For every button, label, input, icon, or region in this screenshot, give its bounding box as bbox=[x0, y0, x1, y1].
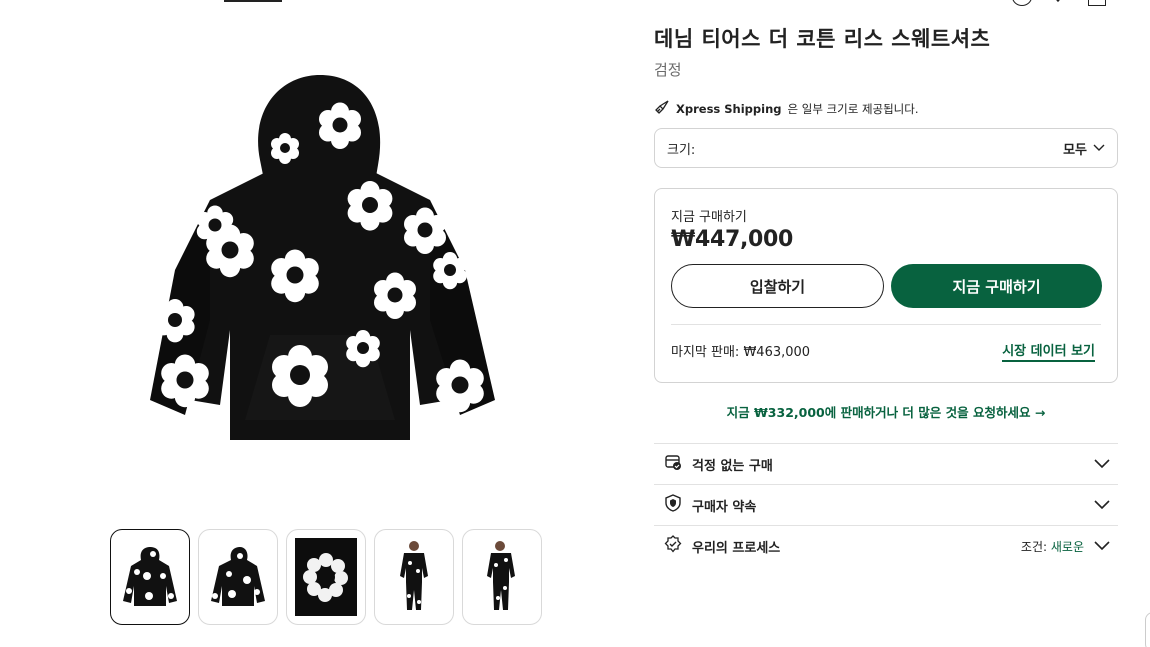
thumbnail-model-side[interactable] bbox=[462, 529, 542, 625]
product-info: 데님 티어스 더 코튼 리스 스웨트셔츠 검정 bbox=[654, 22, 1118, 84]
size-selector[interactable]: 크기: 모두 bbox=[654, 128, 1118, 168]
buy-price: ₩447,000 bbox=[671, 227, 794, 252]
last-sale-text: 마지막 판매: ₩463,000 bbox=[671, 345, 811, 360]
card-divider bbox=[671, 324, 1101, 325]
shipping-text: 은 일부 크기로 제공됩니다. bbox=[787, 101, 919, 116]
condition-value: 새로운 bbox=[1050, 539, 1084, 554]
accordion-worry-free[interactable]: 걱정 없는 구매 bbox=[654, 443, 1118, 484]
thumbnail-hoodie-back[interactable] bbox=[198, 529, 278, 625]
chevron-down-icon bbox=[1094, 541, 1110, 551]
thumbnail-hoodie-front[interactable] bbox=[110, 529, 190, 625]
sell-now-link[interactable]: 지금 ₩332,000에 판매하거나 더 많은 것을 요청하세요 → bbox=[654, 402, 1118, 421]
buy-now-button[interactable]: 지금 구매하기 bbox=[891, 264, 1102, 308]
size-value: 모두 bbox=[1063, 139, 1105, 158]
place-bid-button[interactable]: 입찰하기 bbox=[671, 264, 884, 308]
buy-now-label: 지금 구매하기 bbox=[671, 210, 747, 225]
thumbnail-wreath-detail[interactable] bbox=[286, 529, 366, 625]
top-nav-underline bbox=[224, 0, 282, 2]
product-main-image bbox=[140, 70, 500, 460]
condition-label: 조건: bbox=[1020, 539, 1048, 554]
thumbnail-model-front[interactable] bbox=[374, 529, 454, 625]
accordion-label: 우리의 프로세스 bbox=[692, 540, 781, 556]
buy-card: 지금 구매하기 ₩447,000 입찰하기 지금 구매하기 마지막 판매: ₩4… bbox=[654, 188, 1118, 383]
market-data-link[interactable]: 시장 데이터 보기 bbox=[1002, 340, 1095, 362]
heart-icon[interactable] bbox=[1050, 0, 1070, 4]
receipt-check-icon bbox=[664, 453, 682, 475]
side-widget-tab[interactable] bbox=[1145, 612, 1150, 647]
accordion-label: 구매자 약속 bbox=[692, 499, 757, 515]
product-color: 검정 bbox=[654, 61, 682, 79]
verified-badge-icon bbox=[664, 535, 682, 557]
rocket-icon bbox=[654, 99, 670, 118]
condition-text: 조건: 새로운 bbox=[1021, 538, 1084, 555]
chevron-down-icon bbox=[1094, 459, 1110, 469]
thumbnail-strip bbox=[110, 529, 542, 625]
size-value-text: 모두 bbox=[1063, 142, 1087, 158]
user-icon[interactable] bbox=[1012, 0, 1032, 6]
accordion-buyer-promise[interactable]: 구매자 약속 bbox=[654, 484, 1118, 525]
chevron-down-icon bbox=[1093, 144, 1105, 151]
shipping-note: Xpress Shipping 은 일부 크기로 제공됩니다. bbox=[654, 99, 919, 118]
accordion-label: 걱정 없는 구매 bbox=[692, 458, 773, 474]
size-label: 크기: bbox=[667, 142, 696, 158]
shield-icon bbox=[664, 494, 682, 516]
chevron-down-icon bbox=[1094, 500, 1110, 510]
product-title: 데님 티어스 더 코튼 리스 스웨트셔츠 bbox=[654, 27, 991, 51]
accordion-our-process[interactable]: 우리의 프로세스 조건: 새로운 bbox=[654, 525, 1118, 566]
cart-icon[interactable] bbox=[1088, 0, 1106, 6]
shipping-brand: Xpress Shipping bbox=[676, 101, 782, 116]
